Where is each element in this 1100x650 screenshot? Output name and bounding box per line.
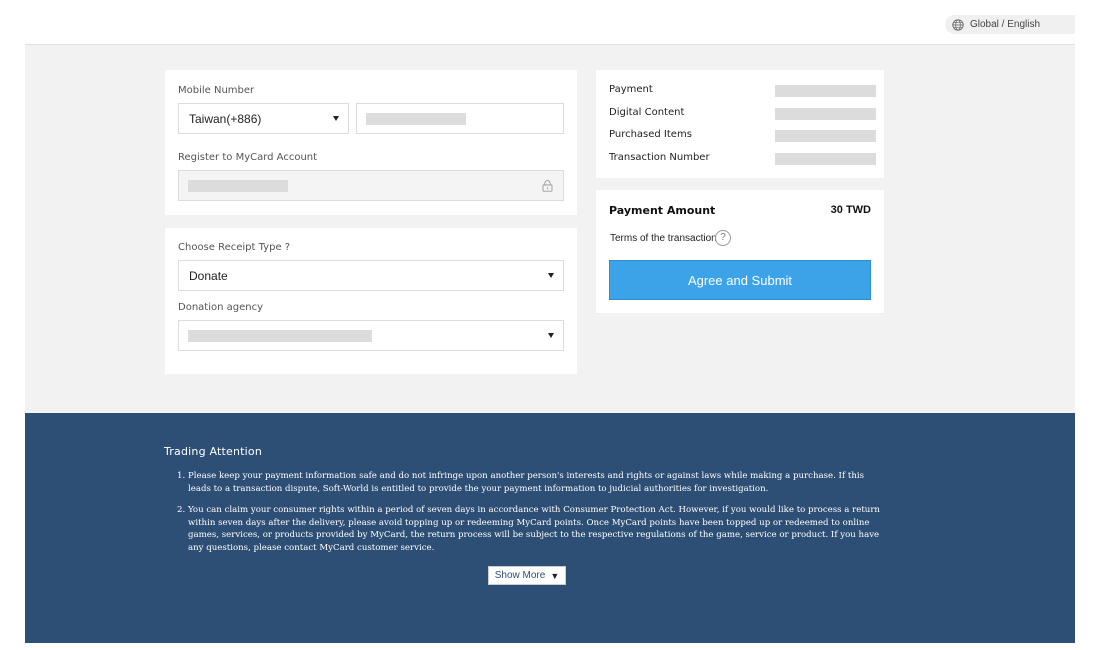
- footer-title: Trading Attention: [164, 445, 263, 458]
- lock-icon: [542, 180, 553, 192]
- receipt-type-select[interactable]: Donate: [178, 260, 564, 291]
- info-value-digital-content: [775, 108, 876, 120]
- notice-number: 1.: [177, 471, 186, 481]
- help-icon[interactable]: ?: [715, 230, 731, 246]
- payment-amount-value: 30 TWD: [830, 204, 871, 216]
- info-label-digital-content: Digital Content: [609, 107, 685, 118]
- notice-list: 1. Please keep your payment information …: [177, 470, 887, 564]
- chevron-down-icon: [548, 333, 554, 338]
- country-code-value: Taiwan(+886): [189, 111, 262, 126]
- show-more-button[interactable]: Show More ▼: [488, 566, 566, 585]
- agency-redacted: [188, 330, 372, 342]
- order-info-card: Payment Digital Content Purchased Items …: [596, 70, 884, 178]
- mobile-number-redacted: [366, 113, 466, 125]
- donation-agency-select[interactable]: [178, 320, 564, 351]
- mycard-account-field: [178, 170, 564, 201]
- notice-text: Please keep your payment information saf…: [188, 471, 865, 494]
- country-code-select[interactable]: Taiwan(+886): [178, 103, 349, 134]
- receipt-type-value: Donate: [189, 268, 228, 283]
- trading-attention-footer: Trading Attention 1. Please keep your pa…: [25, 413, 1075, 643]
- globe-icon: [952, 18, 964, 31]
- register-account-label: Register to MyCard Account: [178, 152, 318, 163]
- mobile-number-input[interactable]: [356, 103, 564, 134]
- chevron-down-icon: [548, 273, 554, 278]
- receipt-type-label: Choose Receipt Type ?: [178, 242, 291, 253]
- info-value-payment: [775, 85, 876, 97]
- payment-amount-label: Payment Amount: [609, 204, 716, 217]
- chevron-down-icon: [333, 116, 339, 121]
- mobile-card: Mobile Number Taiwan(+886) Register to M…: [165, 70, 577, 215]
- notice-item: 2. You can claim your consumer rights wi…: [177, 504, 887, 554]
- agree-submit-button[interactable]: Agree and Submit: [609, 260, 871, 300]
- top-bar: Global / English: [25, 0, 1075, 45]
- language-label: Global / English: [970, 19, 1041, 30]
- terms-link[interactable]: Terms of the transaction: [610, 233, 717, 244]
- notice-item: 1. Please keep your payment information …: [177, 470, 887, 495]
- notice-text: You can claim your consumer rights withi…: [188, 505, 880, 553]
- info-label-payment: Payment: [609, 84, 653, 95]
- info-value-transaction-number: [775, 153, 876, 165]
- info-label-transaction-number: Transaction Number: [609, 152, 710, 163]
- info-value-purchased-items: [775, 130, 876, 142]
- receipt-card: Choose Receipt Type ? Donate Donation ag…: [165, 228, 577, 374]
- main-content: Mobile Number Taiwan(+886) Register to M…: [25, 45, 1075, 413]
- notice-number: 2.: [177, 505, 186, 516]
- mobile-number-label: Mobile Number: [178, 85, 255, 96]
- donation-agency-label: Donation agency: [178, 302, 263, 313]
- show-more-label: Show More: [494, 570, 546, 581]
- triangle-down-icon: ▼: [550, 570, 560, 581]
- payment-amount-card: Payment Amount 30 TWD Terms of the trans…: [596, 190, 884, 313]
- language-selector[interactable]: Global / English: [945, 15, 1075, 34]
- account-redacted: [188, 180, 288, 192]
- info-label-purchased-items: Purchased Items: [609, 129, 692, 140]
